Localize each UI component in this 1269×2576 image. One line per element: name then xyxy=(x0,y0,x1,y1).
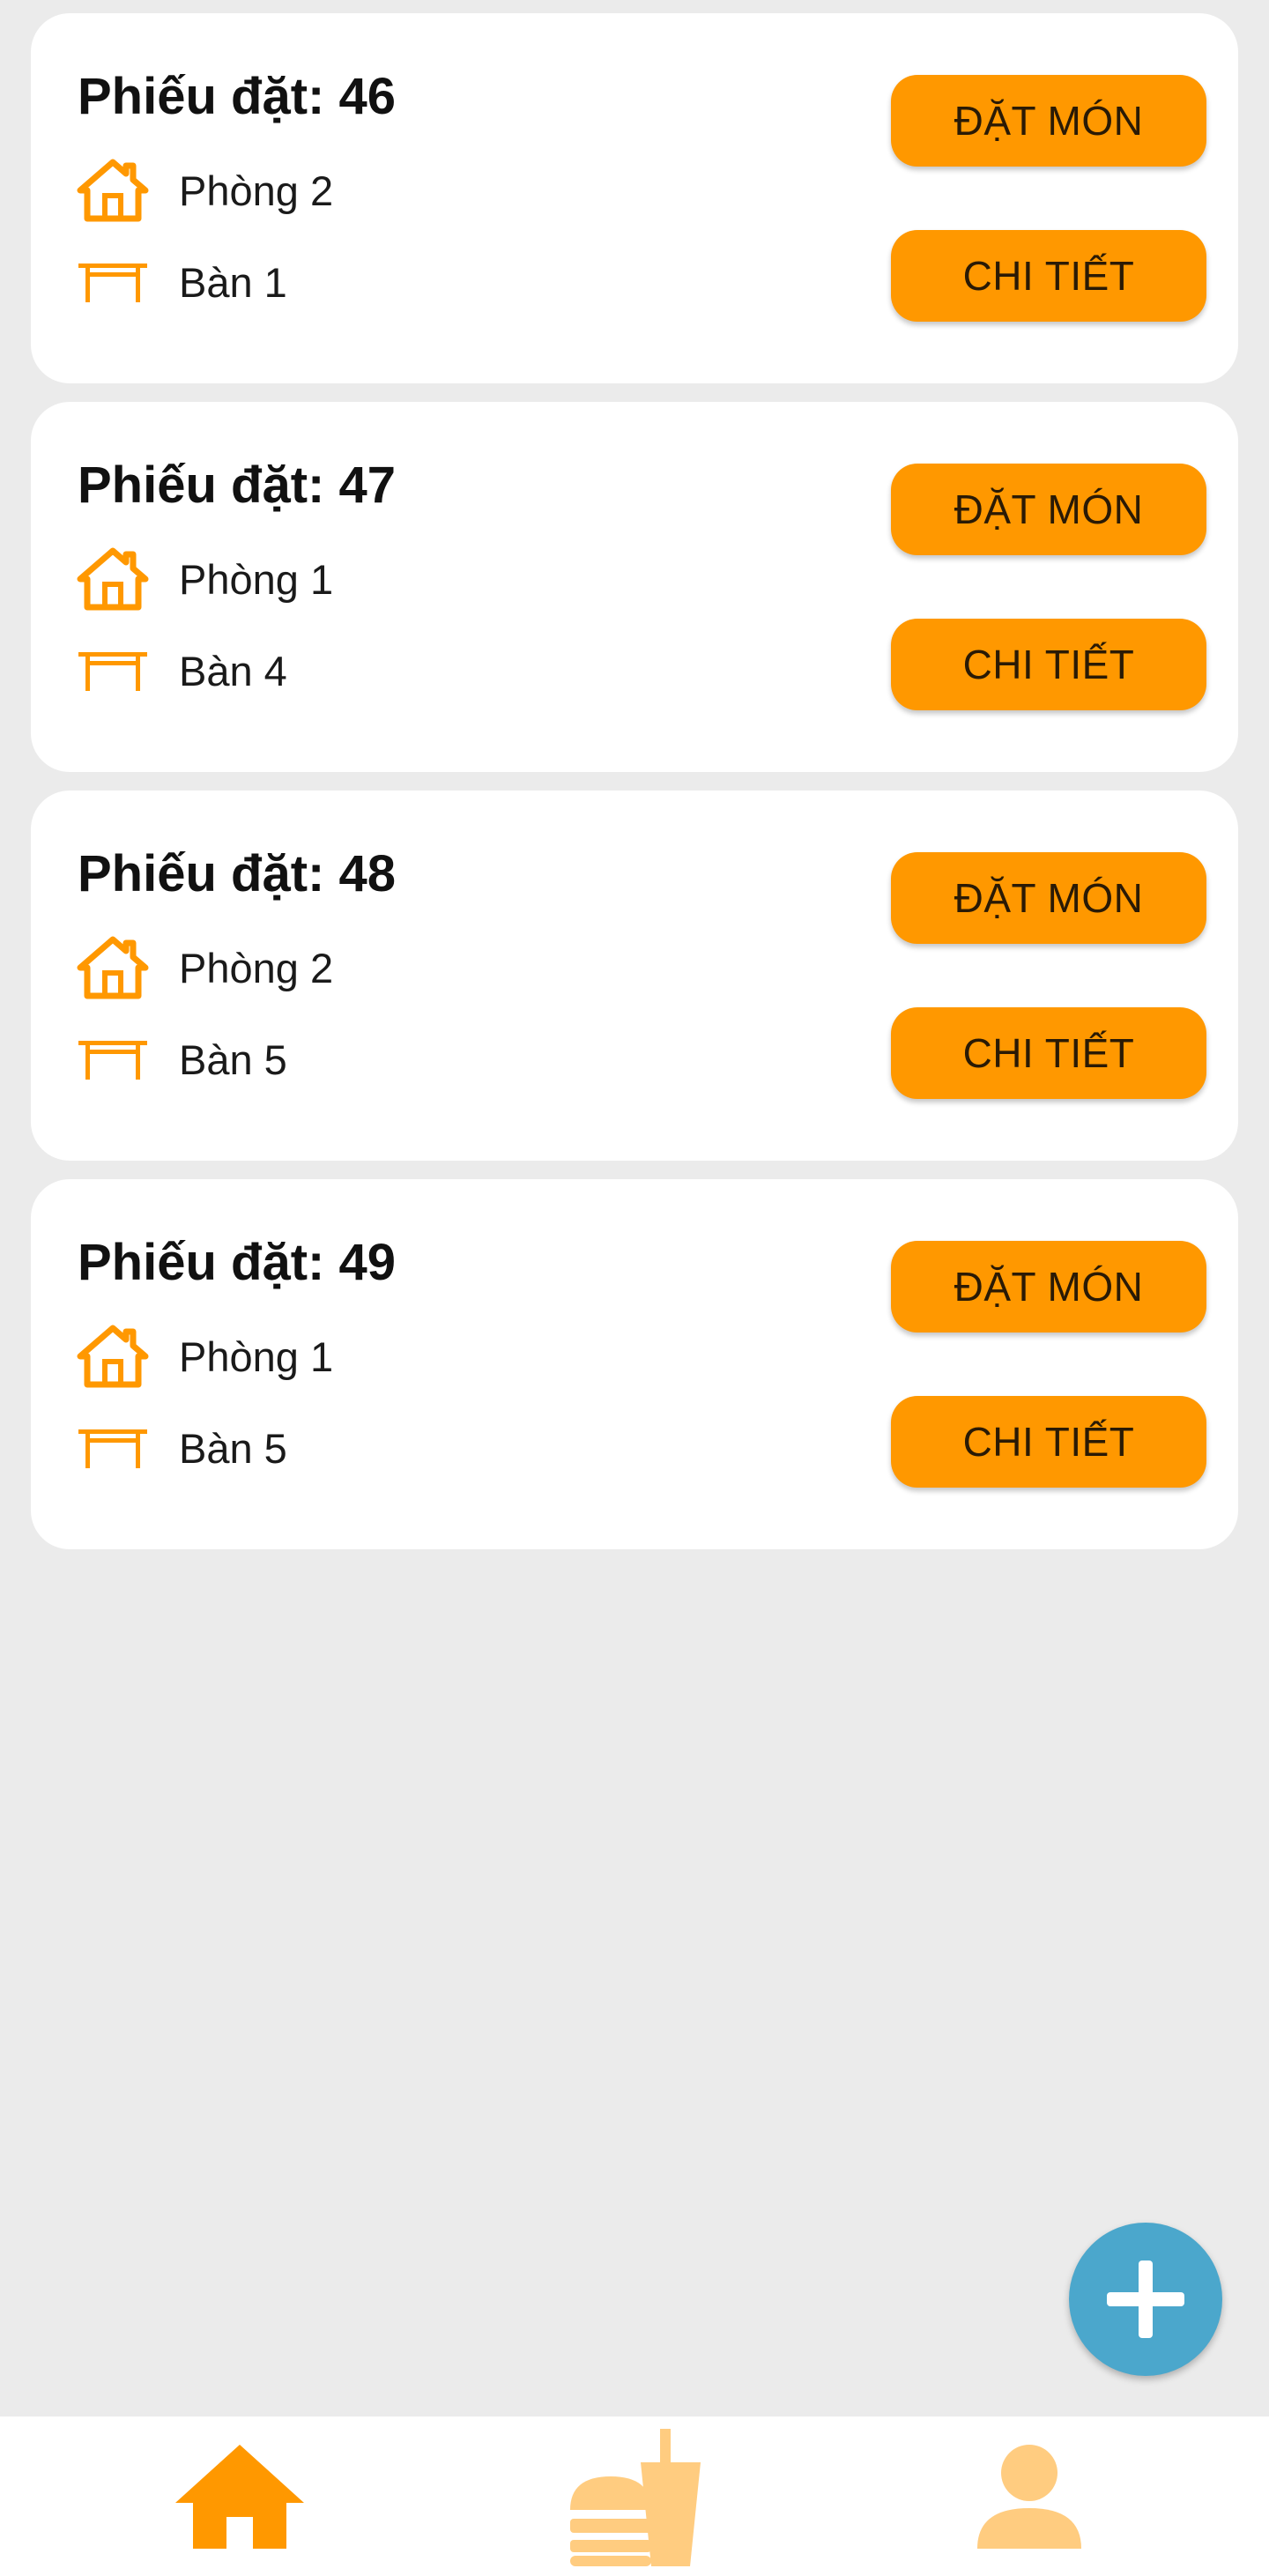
person-icon xyxy=(977,2444,1081,2549)
booking-title: Phiếu đặt: 48 xyxy=(78,845,396,902)
booking-list: Phiếu đặt: 46 Phòng 2 Bàn 1 ĐẶT MÓN CHI … xyxy=(31,13,1238,1568)
house-icon xyxy=(75,1321,151,1392)
detail-button[interactable]: CHI TIẾT xyxy=(891,1007,1206,1099)
booking-card: Phiếu đặt: 47 Phòng 1 Bàn 4 ĐẶT MÓN CHI … xyxy=(31,402,1238,772)
plus-icon xyxy=(1107,2260,1184,2338)
table-row: Bàn 5 xyxy=(75,1024,287,1095)
house-icon xyxy=(75,544,151,614)
room-label: Phòng 2 xyxy=(179,167,334,214)
table-icon xyxy=(75,247,151,317)
table-row: Bàn 1 xyxy=(75,247,287,317)
add-booking-button[interactable] xyxy=(1069,2223,1222,2376)
room-row: Phòng 1 xyxy=(75,544,333,614)
house-icon xyxy=(75,155,151,226)
table-icon xyxy=(75,635,151,706)
booking-card: Phiếu đặt: 48 Phòng 2 Bàn 5 ĐẶT MÓN CHI … xyxy=(31,791,1238,1161)
order-food-button[interactable]: ĐẶT MÓN xyxy=(891,75,1206,167)
nav-home[interactable] xyxy=(108,2416,372,2576)
room-label: Phòng 2 xyxy=(179,944,334,991)
order-food-button[interactable]: ĐẶT MÓN xyxy=(891,464,1206,555)
table-row: Bàn 5 xyxy=(75,1413,287,1483)
room-row: Phòng 2 xyxy=(75,155,333,226)
booking-title: Phiếu đặt: 46 xyxy=(78,68,396,125)
room-row: Phòng 2 xyxy=(75,932,333,1003)
room-row: Phòng 1 xyxy=(75,1321,333,1392)
detail-button[interactable]: CHI TIẾT xyxy=(891,230,1206,322)
order-food-button[interactable]: ĐẶT MÓN xyxy=(891,852,1206,944)
nav-food[interactable] xyxy=(502,2416,767,2576)
table-icon xyxy=(75,1413,151,1483)
booking-card: Phiếu đặt: 46 Phòng 2 Bàn 1 ĐẶT MÓN CHI … xyxy=(31,13,1238,383)
detail-button[interactable]: CHI TIẾT xyxy=(891,1396,1206,1488)
room-label: Phòng 1 xyxy=(179,1333,334,1380)
bottom-navigation xyxy=(0,2416,1269,2576)
home-icon xyxy=(175,2444,304,2549)
table-label: Bàn 4 xyxy=(179,647,287,694)
order-food-button[interactable]: ĐẶT MÓN xyxy=(891,1241,1206,1333)
burger-drink-icon xyxy=(570,2428,701,2566)
table-row: Bàn 4 xyxy=(75,635,287,706)
nav-profile[interactable] xyxy=(897,2416,1161,2576)
booking-title: Phiếu đặt: 49 xyxy=(78,1234,396,1291)
detail-button[interactable]: CHI TIẾT xyxy=(891,619,1206,710)
table-label: Bàn 5 xyxy=(179,1424,287,1472)
table-label: Bàn 5 xyxy=(179,1036,287,1083)
table-label: Bàn 1 xyxy=(179,258,287,306)
booking-title: Phiếu đặt: 47 xyxy=(78,457,396,514)
booking-card: Phiếu đặt: 49 Phòng 1 Bàn 5 ĐẶT MÓN CHI … xyxy=(31,1179,1238,1549)
table-icon xyxy=(75,1024,151,1095)
house-icon xyxy=(75,932,151,1003)
room-label: Phòng 1 xyxy=(179,555,334,603)
